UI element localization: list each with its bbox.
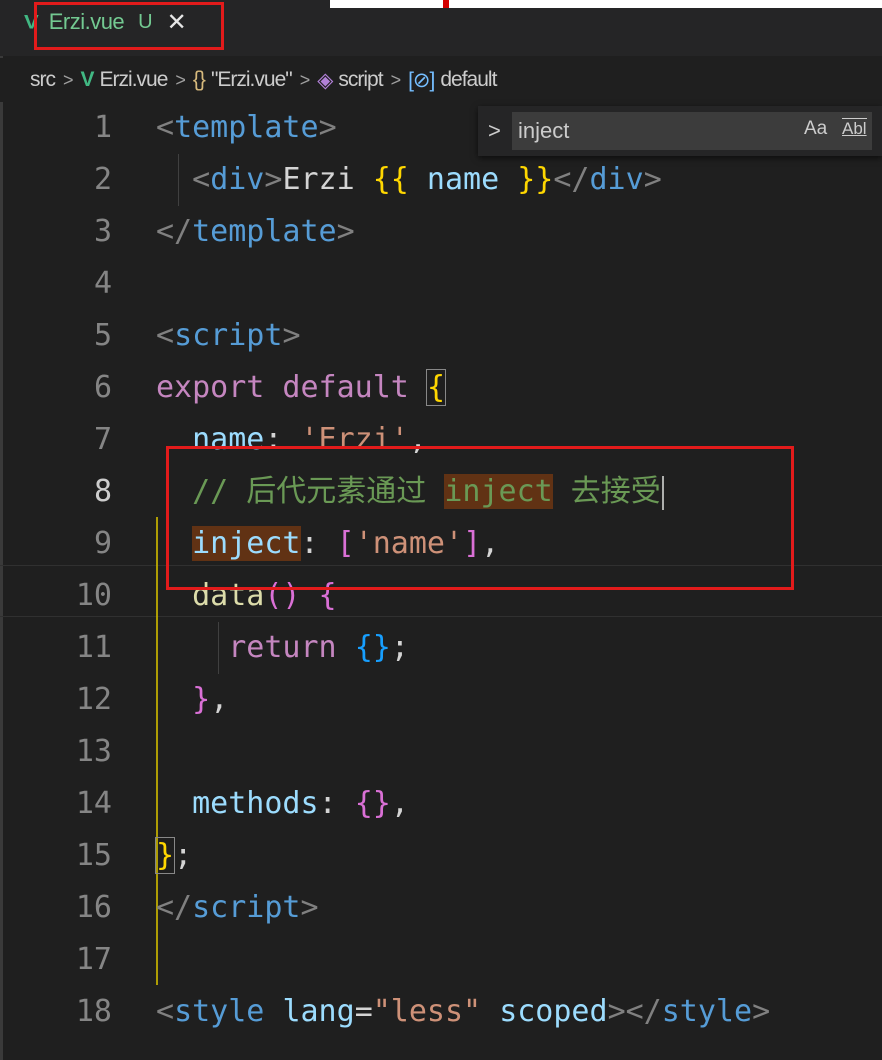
line-number: 7 xyxy=(93,422,112,457)
tab-bar: V Erzi.vue U ✕ xyxy=(0,0,882,56)
code-line: 15 }; xyxy=(0,830,882,882)
code-line: 18 <style lang="less" scoped></style> xyxy=(0,986,882,1038)
code-text: <script> xyxy=(156,318,301,353)
toggle-replace-chevron-icon[interactable]: > xyxy=(488,118,501,144)
line-number: 14 xyxy=(75,786,112,821)
line-number: 9 xyxy=(93,526,112,561)
code-text: methods: {}, xyxy=(192,786,409,821)
code-text: </script> xyxy=(156,890,319,925)
annotation-box-tab xyxy=(34,2,224,50)
cube-icon: ◈ xyxy=(317,68,333,92)
line-number: 10 xyxy=(75,578,112,613)
line-number: 3 xyxy=(93,214,112,249)
chevron-right-icon: > xyxy=(299,69,310,90)
code-text: export default { xyxy=(156,369,447,406)
find-widget: > Aa Abl xyxy=(478,106,882,156)
line-number: 6 xyxy=(93,370,112,405)
code-line: 14 methods: {}, xyxy=(0,778,882,830)
code-line: 4 xyxy=(0,258,882,310)
match-whole-word-toggle[interactable]: Abl xyxy=(842,118,867,139)
code-line: 6 export default { xyxy=(0,362,882,414)
vue-file-icon: V xyxy=(80,68,95,91)
code-line: 12 }, xyxy=(0,674,882,726)
chevron-right-icon: > xyxy=(63,69,73,90)
line-number: 4 xyxy=(93,266,112,301)
breadcrumb-object[interactable]: "Erzi.vue" xyxy=(211,68,293,92)
variable-icon: [⊘] xyxy=(408,68,435,92)
line-number: 8 xyxy=(93,474,112,509)
code-line: 16 </script> xyxy=(0,882,882,934)
line-number: 1 xyxy=(93,110,112,145)
code-line: 13 xyxy=(0,726,882,778)
code-line: 17 xyxy=(0,934,882,986)
annotation-box-code xyxy=(166,446,794,590)
code-text: }, xyxy=(192,682,229,717)
line-number: 11 xyxy=(75,630,112,665)
breadcrumb-script[interactable]: script xyxy=(338,68,383,92)
chevron-right-icon: > xyxy=(175,69,185,90)
match-case-toggle[interactable]: Aa xyxy=(804,118,827,140)
breadcrumb-file[interactable]: Erzi.vue xyxy=(100,68,169,92)
line-number: 2 xyxy=(93,162,112,197)
breadcrumb-default[interactable]: default xyxy=(440,68,497,92)
module-icon: {} xyxy=(192,68,206,91)
top-strip xyxy=(330,0,882,8)
code-text: <style lang="less" scoped></style> xyxy=(156,994,771,1029)
code-line: 11 return {}; xyxy=(0,622,882,674)
line-number: 15 xyxy=(75,838,112,873)
line-number: 13 xyxy=(75,734,112,769)
code-line: 3 </template> xyxy=(0,206,882,258)
line-number: 18 xyxy=(75,994,112,1029)
code-text: }; xyxy=(154,837,193,874)
line-number: 16 xyxy=(75,890,112,925)
line-number: 5 xyxy=(93,318,112,353)
line-number: 17 xyxy=(75,942,112,977)
code-text: </template> xyxy=(156,214,355,249)
code-text: <div>Erzi {{ name }}</div> xyxy=(192,162,662,197)
code-text: return {}; xyxy=(228,630,409,665)
code-line: 5 <script> xyxy=(0,310,882,362)
chevron-right-icon: > xyxy=(390,69,401,90)
breadcrumb: src > V Erzi.vue > {} "Erzi.vue" > ◈ scr… xyxy=(0,58,882,102)
code-line: 2 <div>Erzi {{ name }}</div> xyxy=(0,154,882,206)
top-strip-mark xyxy=(443,0,449,8)
code-text: <template> xyxy=(156,110,337,145)
line-number: 12 xyxy=(75,682,112,717)
breadcrumb-src[interactable]: src xyxy=(30,68,56,92)
